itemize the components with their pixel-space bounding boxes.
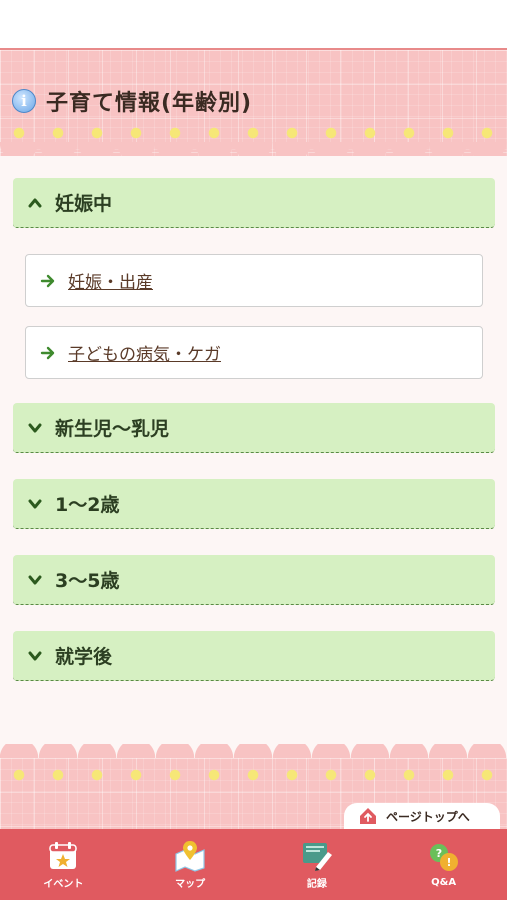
nav-label: イベント bbox=[43, 878, 84, 890]
calendar-star-icon bbox=[46, 840, 80, 872]
accordion-age-1-2[interactable]: 1〜2歳 bbox=[13, 479, 495, 529]
status-bar bbox=[0, 0, 507, 48]
chevron-up-icon bbox=[27, 195, 43, 211]
map-pin-icon bbox=[173, 840, 207, 872]
link-pregnancy-birth[interactable]: 妊娠・出産 bbox=[25, 254, 483, 307]
info-icon: i bbox=[12, 89, 36, 113]
page-top-label: ページトップへ bbox=[386, 809, 470, 824]
page-title: 子育て情報(年齢別) bbox=[46, 91, 253, 116]
house-up-icon bbox=[358, 806, 378, 826]
arrow-right-icon bbox=[40, 273, 56, 289]
accordion-label: 新生児〜乳児 bbox=[55, 418, 170, 440]
accordion-label: 妊娠中 bbox=[55, 193, 113, 215]
link-child-illness-injury[interactable]: 子どもの病気・ケガ bbox=[25, 326, 483, 379]
svg-text:!: ! bbox=[446, 856, 451, 869]
footer-scallop bbox=[0, 744, 507, 758]
nav-qa[interactable]: ? ! Q&A bbox=[380, 829, 507, 900]
chevron-down-icon bbox=[27, 648, 43, 664]
chevron-down-icon bbox=[27, 496, 43, 512]
chevron-down-icon bbox=[27, 420, 43, 436]
accordion-label: 3〜5歳 bbox=[55, 570, 120, 592]
link-label: 妊娠・出産 bbox=[68, 273, 153, 293]
accordion-school-age[interactable]: 就学後 bbox=[13, 631, 495, 681]
accordion-age-3-5[interactable]: 3〜5歳 bbox=[13, 555, 495, 605]
header-scallop bbox=[0, 142, 507, 156]
nav-label: 記録 bbox=[306, 878, 327, 890]
accordion-pregnancy[interactable]: 妊娠中 bbox=[13, 178, 495, 228]
arrow-right-icon bbox=[40, 345, 56, 361]
page-top-button[interactable]: ページトップへ bbox=[344, 803, 500, 829]
nav-record[interactable]: 記録 bbox=[254, 829, 381, 900]
nav-map[interactable]: マップ bbox=[127, 829, 254, 900]
accordion-label: 1〜2歳 bbox=[55, 494, 120, 516]
notebook-pen-icon bbox=[300, 840, 334, 872]
nav-event[interactable]: イベント bbox=[0, 829, 127, 900]
nav-label: マップ bbox=[175, 878, 206, 890]
accordion-label: 就学後 bbox=[55, 646, 113, 668]
chevron-down-icon bbox=[27, 572, 43, 588]
qa-bubbles-icon: ? ! bbox=[427, 842, 461, 874]
accordion-newborn-infant[interactable]: 新生児〜乳児 bbox=[13, 403, 495, 453]
page-header: i 子育て情報(年齢別) bbox=[12, 86, 252, 116]
nav-label: Q&A bbox=[431, 876, 457, 888]
footer-dots bbox=[0, 762, 507, 788]
bottom-nav: イベント マップ 記録 ? ! Q&A bbox=[0, 829, 507, 900]
link-label: 子どもの病気・ケガ bbox=[68, 345, 221, 365]
